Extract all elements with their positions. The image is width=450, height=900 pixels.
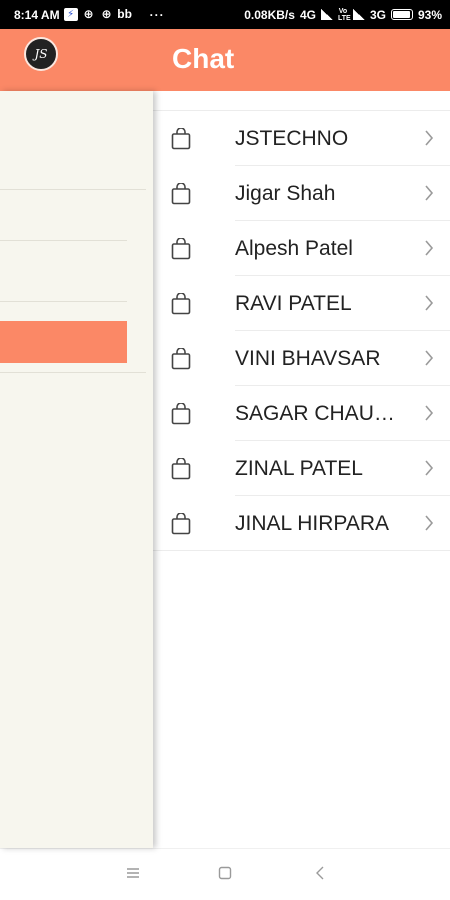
shopping-bag-icon	[171, 348, 191, 370]
battery-icon	[390, 9, 413, 20]
chevron-right-icon	[425, 240, 434, 256]
chat-name: ZINAL PATEL	[235, 458, 363, 480]
chat-name: SAGAR CHAUHAN	[235, 403, 400, 425]
chat-name: JSTECHNO	[235, 128, 349, 150]
network-type-3g: 3G	[369, 7, 386, 22]
menu-icon[interactable]	[125, 865, 141, 881]
status-time: 8:14 AM	[14, 7, 60, 22]
chat-row[interactable]: RAVI PATEL	[153, 276, 450, 331]
chat-name: Jigar Shah	[235, 183, 336, 205]
chat-row[interactable]: SAGAR CHAUHAN	[153, 386, 450, 441]
drawer-divider	[0, 301, 127, 302]
chevron-right-icon	[425, 350, 434, 366]
chat-row[interactable]: JINAL HIRPARA	[153, 496, 450, 551]
chevron-right-icon	[425, 515, 434, 531]
navigation-drawer[interactable]	[0, 91, 153, 848]
app-notification-icon-2: ⊕	[101, 7, 112, 21]
shopping-bag-icon	[171, 403, 191, 425]
battery-level: 93%	[417, 7, 442, 22]
network-speed: 0.08KB/s	[244, 7, 295, 22]
chat-name: Alpesh Patel	[235, 238, 353, 260]
chat-row[interactable]: VINI BHAVSAR	[153, 331, 450, 386]
row-divider	[153, 550, 450, 551]
chat-list: JSTECHNO Jigar Shah Alpesh Patel RAVI PA…	[153, 110, 450, 551]
drawer-divider	[0, 240, 127, 241]
drawer-divider	[0, 189, 146, 190]
app-logo[interactable]: JS	[24, 37, 58, 71]
signal-icon-2	[352, 9, 365, 20]
page-title: Chat	[172, 43, 235, 74]
volte-icon: Vo LTE	[337, 7, 351, 22]
shopping-bag-icon	[171, 183, 191, 205]
chevron-right-icon	[425, 185, 434, 201]
chat-name: RAVI PATEL	[235, 293, 352, 315]
chevron-right-icon	[425, 405, 434, 421]
app-bar: JS Chat	[0, 29, 450, 91]
chevron-right-icon	[425, 460, 434, 476]
notification-icon: ⚡	[63, 8, 78, 21]
signal-icon	[320, 9, 333, 20]
chat-row[interactable]: ZINAL PATEL	[153, 441, 450, 496]
shopping-bag-icon	[171, 293, 191, 315]
home-square-icon[interactable]	[217, 865, 233, 881]
network-type-4g: 4G	[299, 7, 316, 22]
shopping-bag-icon	[171, 513, 191, 535]
system-nav-bar	[0, 848, 450, 900]
status-bar: 8:14 AM ⚡ ⊕ ⊕ bb ··· 0.08KB/s 4G Vo LTE …	[0, 0, 450, 29]
chat-name: JINAL HIRPARA	[235, 513, 390, 535]
screen: 8:14 AM ⚡ ⊕ ⊕ bb ··· 0.08KB/s 4G Vo LTE …	[0, 0, 450, 900]
chevron-right-icon	[425, 295, 434, 311]
back-icon[interactable]	[313, 865, 329, 881]
app-notification-icon: ⊕	[83, 7, 94, 21]
chat-row[interactable]: Alpesh Patel	[153, 221, 450, 276]
shopping-bag-icon	[171, 128, 191, 150]
app-notification-icon-3: bb	[117, 7, 132, 21]
chat-row[interactable]: JSTECHNO	[153, 111, 450, 166]
logo-text: JS	[34, 47, 48, 61]
drawer-item-active[interactable]	[0, 321, 127, 363]
drawer-divider	[0, 372, 146, 373]
shopping-bag-icon	[171, 238, 191, 260]
chevron-right-icon	[425, 130, 434, 146]
chat-row[interactable]: Jigar Shah	[153, 166, 450, 221]
shopping-bag-icon	[171, 458, 191, 480]
chat-name: VINI BHAVSAR	[235, 348, 381, 370]
more-notifications-icon: ···	[149, 7, 165, 22]
